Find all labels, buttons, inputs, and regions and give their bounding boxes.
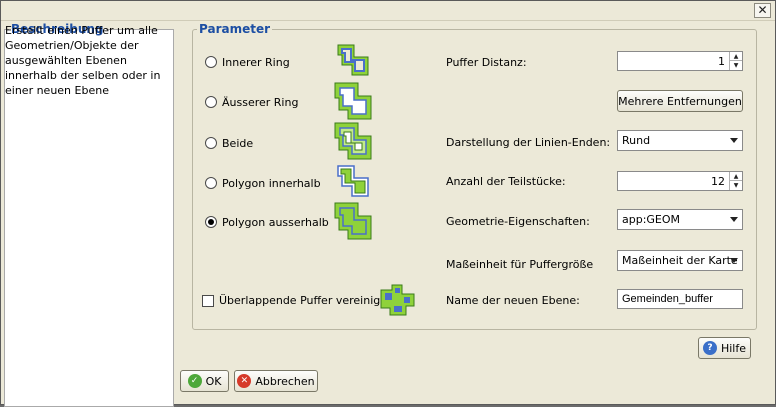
segments-label: Anzahl der Teilstücke: [446,175,566,188]
radio-label: Äusserer Ring [222,95,299,109]
merge-buffers-checkbox[interactable] [202,294,214,307]
spin-down-icon[interactable]: ▼ [730,181,742,190]
buffer-distance-value: 1 [718,55,725,68]
line-ends-label: Darstellung der Linien-Enden: [446,136,611,149]
parameter-legend: Parameter [199,22,271,36]
buffer-distance-spinner[interactable]: 1 ▲ ▼ [617,51,743,71]
merge-buffers-checkbox-row[interactable]: Überlappende Puffer vereinigen [202,294,394,307]
ok-button-label: OK [205,374,222,388]
polygon-inside-icon [337,165,369,197]
radio-inner-ring[interactable]: Innerer Ring [205,54,290,70]
radio-label: Polygon innerhalb [222,176,321,190]
cancel-button-label: Abbrechen [255,374,315,388]
merge-buffers-label: Überlappende Puffer vereinigen [219,294,394,307]
radio-label: Polygon ausserhalb [222,215,329,229]
segments-spinner[interactable]: 12 ▲ ▼ [617,171,743,191]
help-button[interactable]: ? Hilfe [698,337,751,359]
cancel-icon: ✕ [237,374,252,388]
spinner-buttons[interactable]: ▲ ▼ [729,172,742,190]
buffer-distance-label: Puffer Distanz: [446,56,527,69]
spin-up-icon[interactable]: ▲ [730,172,742,181]
geometry-label: Geometrie-Eigenschaften: [446,215,590,228]
radio-polygon-inside[interactable]: Polygon innerhalb [205,175,321,191]
radio-circle-checked[interactable] [205,216,217,228]
radio-both[interactable]: Beide [205,135,253,151]
line-ends-select[interactable]: Rund [617,130,743,151]
radio-polygon-outside[interactable]: Polygon ausserhalb [205,214,329,230]
close-button[interactable]: ✕ [754,3,771,18]
radio-circle[interactable] [205,137,217,149]
radio-circle[interactable] [205,177,217,189]
unit-label: Maßeinheit für Puffergröße [446,258,594,271]
ok-button[interactable]: ✓ OK [180,370,229,392]
radio-circle[interactable] [205,56,217,68]
radio-circle[interactable] [205,96,217,108]
geometry-select[interactable]: app:GEOM [617,209,743,230]
chevron-down-icon [730,217,738,222]
help-icon: ? [702,341,717,355]
radio-outer-ring[interactable]: Äusserer Ring [205,94,298,110]
spinner-buttons[interactable]: ▲ ▼ [729,52,742,70]
layer-name-input[interactable] [617,289,743,309]
layer-name-label: Name der neuen Ebene: [446,294,580,307]
check-icon: ✓ [187,374,202,388]
merge-buffers-icon [380,284,415,316]
description-text: Erstellt einen Puffer um alle Geometrien… [5,24,161,97]
outer-ring-icon [334,82,372,120]
help-button-label: Hilfe [720,341,747,355]
spin-down-icon[interactable]: ▼ [730,61,742,70]
multiple-distances-button[interactable]: Mehrere Entfernungen [617,90,743,112]
radio-label: Beide [222,136,254,150]
buffer-dialog: ✕ Beschreibung Erstellt einen Puffer um … [0,0,776,407]
spin-up-icon[interactable]: ▲ [730,52,742,61]
cancel-button[interactable]: ✕ Abbrechen [234,370,318,392]
inner-ring-icon [337,44,369,76]
chevron-down-icon [730,138,738,143]
unit-value: Maßeinheit der Karte [622,254,738,267]
geometry-value: app:GEOM [622,213,681,226]
polygon-outside-icon [334,202,372,240]
radio-label: Innerer Ring [222,55,290,69]
title-bar: ✕ [1,1,775,21]
both-rings-icon [334,122,372,160]
line-ends-value: Rund [622,134,651,147]
segments-value: 12 [711,175,725,188]
unit-select[interactable]: Maßeinheit der Karte [617,250,743,271]
chevron-down-icon [730,258,738,263]
